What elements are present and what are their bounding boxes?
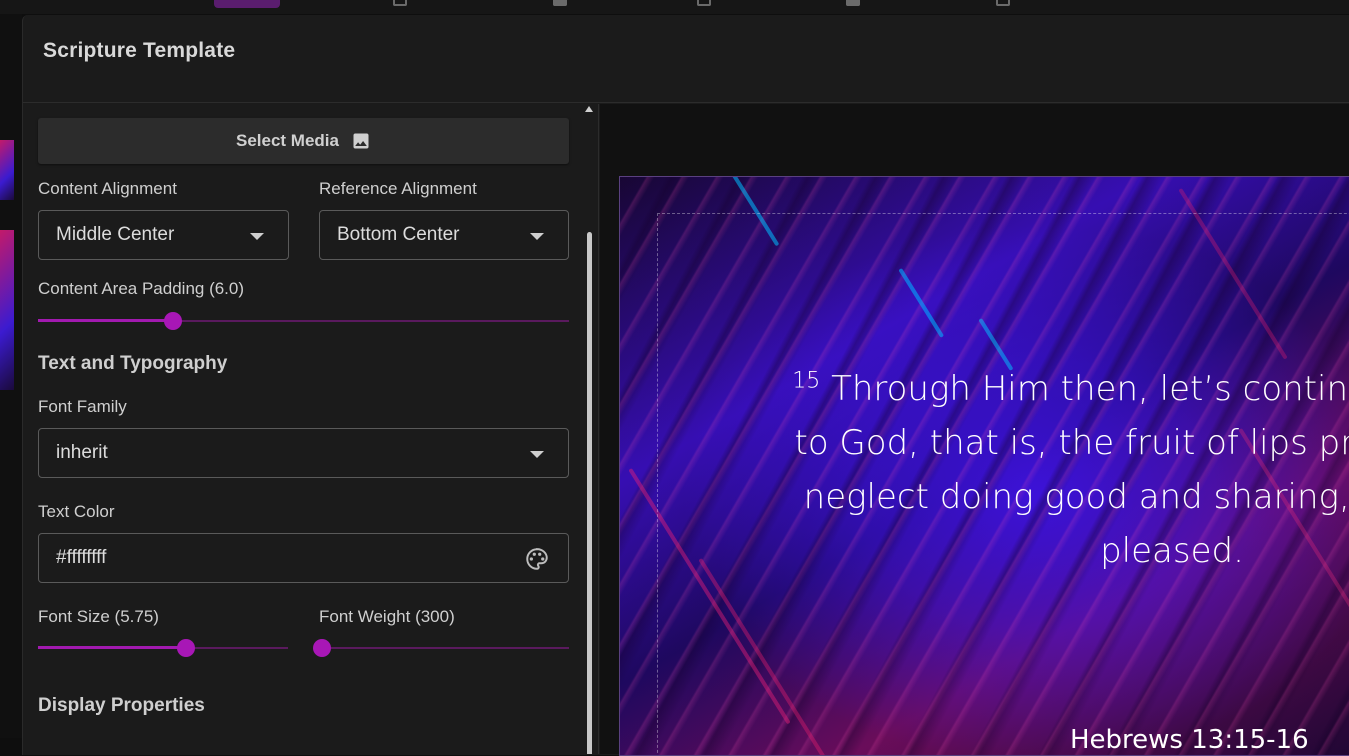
verse-reference: Hebrews 13:15-16 xyxy=(1070,725,1309,755)
slider-fill xyxy=(38,319,174,322)
font-family-value: inherit xyxy=(56,442,108,463)
verse-text: 15 Through Him then, let’s continually o… xyxy=(672,362,1349,578)
scroll-up-arrow-icon[interactable] xyxy=(585,106,593,112)
app-sidebar xyxy=(0,14,22,738)
app-topbar xyxy=(0,0,1349,14)
toolbar-icon xyxy=(393,0,407,6)
image-icon xyxy=(353,133,369,149)
font-size-slider[interactable] xyxy=(38,638,288,658)
reference-alignment-select[interactable]: Bottom Center xyxy=(319,210,569,260)
caret-down-icon xyxy=(530,233,544,240)
text-color-label: Text Color xyxy=(38,502,115,521)
palette-icon[interactable] xyxy=(524,546,550,572)
settings-panel[interactable]: Select Media Content Alignment Middle Ce… xyxy=(23,104,599,754)
toolbar-icon xyxy=(996,0,1010,6)
slider-track xyxy=(319,647,569,649)
slide-preview: 15 Through Him then, let’s continually o… xyxy=(619,176,1349,756)
reference-alignment-label: Reference Alignment xyxy=(319,179,477,198)
content-alignment-value: Middle Center xyxy=(56,224,175,245)
display-properties-heading: Display Properties xyxy=(38,695,205,716)
scrollbar-thumb[interactable] xyxy=(587,232,592,754)
font-weight-slider[interactable] xyxy=(312,638,569,658)
text-color-value: #ffffffff xyxy=(56,547,107,568)
slider-thumb[interactable] xyxy=(164,312,183,330)
dialog-header: Scripture Template xyxy=(23,15,1349,103)
slider-thumb[interactable] xyxy=(176,639,195,657)
reference-alignment-value: Bottom Center xyxy=(337,224,460,245)
content-alignment-select[interactable]: Middle Center xyxy=(38,210,289,260)
caret-down-icon xyxy=(250,233,264,240)
select-media-label: Select Media xyxy=(236,131,339,150)
toolbar-icon xyxy=(553,0,567,6)
select-media-button[interactable]: Select Media xyxy=(38,118,569,164)
content-area-padding-slider[interactable] xyxy=(38,311,569,331)
scripture-template-dialog: Scripture Template Select Media Content … xyxy=(22,15,1349,756)
active-tab-indicator xyxy=(214,0,280,8)
caret-down-icon xyxy=(530,451,544,458)
slider-fill xyxy=(38,646,186,649)
font-family-label: Font Family xyxy=(38,397,127,416)
toolbar-icon xyxy=(697,0,711,6)
font-family-select[interactable]: inherit xyxy=(38,428,569,478)
font-weight-label: Font Weight (300) xyxy=(319,607,455,626)
slide-thumbnail xyxy=(0,140,14,200)
slide-thumbnail xyxy=(0,230,14,390)
dialog-title: Scripture Template xyxy=(43,39,236,62)
slider-thumb[interactable] xyxy=(312,639,331,657)
preview-panel: 15 Through Him then, let’s continually o… xyxy=(600,104,1349,756)
content-area-padding-label: Content Area Padding (6.0) xyxy=(38,279,245,298)
text-color-input[interactable]: #ffffffff xyxy=(38,533,569,583)
verse-line: pleased. xyxy=(1100,531,1244,571)
verse-line: to God, that is, the fruit of lips prais… xyxy=(794,423,1349,463)
toolbar-icon xyxy=(846,0,860,6)
verse-lines: 15 Through Him then, let’s continually o… xyxy=(672,362,1349,578)
verse-line: neglect doing good and sharing, for with… xyxy=(803,477,1349,517)
font-size-label: Font Size (5.75) xyxy=(38,607,159,626)
verse-number: 15 xyxy=(792,368,821,394)
content-alignment-label: Content Alignment xyxy=(38,179,177,198)
text-typography-heading: Text and Typography xyxy=(38,353,228,374)
verse-line: 15 Through Him then, let’s continually o… xyxy=(792,368,1349,409)
